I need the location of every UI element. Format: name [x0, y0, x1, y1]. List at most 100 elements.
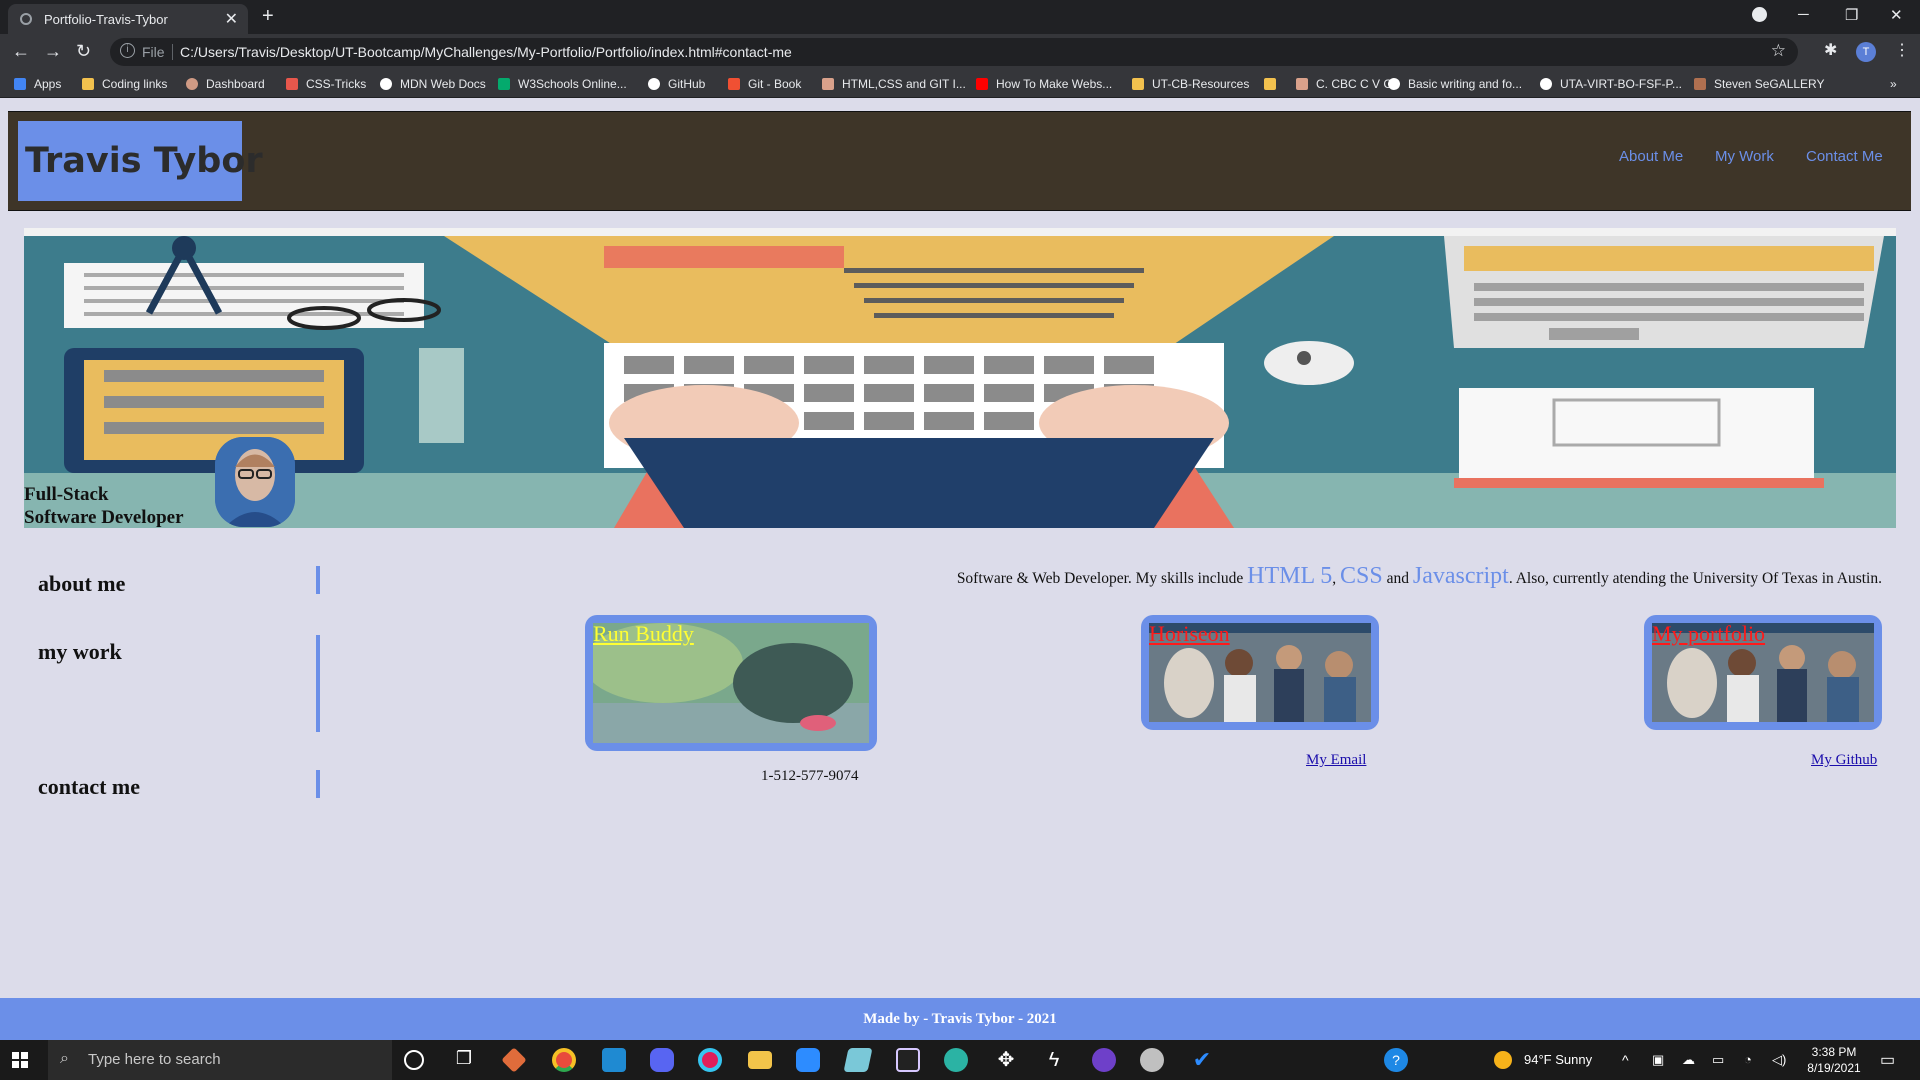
- windows-start-icon[interactable]: [12, 1052, 28, 1068]
- dropbox-icon[interactable]: ✥: [994, 1048, 1018, 1072]
- project-title-horiseon[interactable]: Horiseon: [1149, 621, 1230, 647]
- bookmark-item[interactable]: UTA-VIRT-BO-FSF-P...: [1540, 77, 1682, 91]
- bookmark-label: C. CBC C V C: [1316, 77, 1393, 91]
- nav-my-work[interactable]: My Work: [1715, 148, 1774, 165]
- bookmark-item[interactable]: W3Schools Online...: [498, 77, 627, 91]
- bookmark-item[interactable]: Apps: [14, 77, 61, 91]
- discord-icon[interactable]: [650, 1048, 674, 1072]
- browser-toolbar: ← → ↻ i File C:/Users/Travis/Desktop/UT-…: [0, 34, 1920, 70]
- info-icon[interactable]: i: [120, 43, 135, 58]
- edge-icon[interactable]: [944, 1048, 968, 1072]
- bookmark-item[interactable]: UT-CB-Resources: [1132, 77, 1249, 91]
- w3schools-icon: [498, 78, 510, 90]
- bookmark-item[interactable]: HTML,CSS and GIT I...: [822, 77, 966, 91]
- cortana-icon[interactable]: [404, 1050, 424, 1070]
- project-card-run-buddy[interactable]: Run Buddy: [585, 615, 877, 751]
- back-icon[interactable]: ←: [12, 41, 30, 62]
- bookmark-item[interactable]: Dashboard: [186, 77, 265, 91]
- sun-icon[interactable]: [1494, 1051, 1512, 1069]
- onedrive-icon[interactable]: ☁: [1682, 1052, 1695, 1068]
- notifications-icon[interactable]: ▭: [1880, 1050, 1895, 1070]
- restore-icon[interactable]: ❐: [1845, 6, 1858, 24]
- profile-avatar[interactable]: T: [1856, 42, 1876, 62]
- git-icon: [728, 78, 740, 90]
- bookmark-item[interactable]: How To Make Webs...: [976, 77, 1112, 91]
- browser-tab[interactable]: Portfolio-Travis-Tybor ✕: [8, 4, 248, 34]
- page-icon: [822, 78, 834, 90]
- about-outro: . Also, currently atending the Universit…: [1508, 570, 1882, 587]
- clock-date: 8/19/2021: [1807, 1061, 1861, 1075]
- bookmark-item[interactable]: [1264, 77, 1284, 91]
- chrome-icon[interactable]: [552, 1048, 576, 1072]
- about-me-heading: about me: [38, 571, 126, 596]
- tray-chevron-icon[interactable]: ^: [1622, 1052, 1629, 1068]
- profile-photo: [215, 437, 295, 527]
- project-card-horiseon[interactable]: Horiseon: [1141, 615, 1379, 730]
- headshot-illustration: [215, 437, 295, 527]
- hero-line-1: Full-Stack: [24, 484, 109, 505]
- bookmark-label: CSS-Tricks: [306, 77, 367, 91]
- bookmark-item[interactable]: Steven SeGALLERY: [1694, 77, 1825, 91]
- about-divider: [316, 566, 320, 594]
- project-title-run-buddy[interactable]: Run Buddy: [593, 621, 694, 647]
- more-bookmarks-icon[interactable]: »: [1890, 77, 1897, 91]
- desk-illustration: [24, 228, 1896, 528]
- notes-icon[interactable]: [843, 1048, 873, 1072]
- work-divider: [316, 635, 320, 732]
- slack-icon[interactable]: [698, 1048, 722, 1072]
- contact-divider: [316, 770, 320, 798]
- forward-icon[interactable]: →: [44, 41, 62, 62]
- clock[interactable]: 3:38 PM 8/19/2021: [1804, 1044, 1864, 1076]
- bookmark-star-icon[interactable]: ☆: [1771, 41, 1786, 61]
- volume-icon[interactable]: ◁): [1772, 1052, 1786, 1068]
- bookmark-item[interactable]: GitHub: [648, 77, 705, 91]
- todo-check-icon[interactable]: ✔: [1190, 1048, 1214, 1072]
- nav-contact-me[interactable]: Contact Me: [1806, 148, 1883, 165]
- vscode-icon[interactable]: [602, 1048, 626, 1072]
- misc-app-icon[interactable]: [1140, 1048, 1164, 1072]
- bookmark-item[interactable]: C. CBC C V C: [1296, 77, 1392, 91]
- minimize-icon[interactable]: ─: [1798, 6, 1809, 23]
- taskbar-search[interactable]: ⌕ Type here to search: [48, 1040, 392, 1080]
- contact-email-link[interactable]: My Email: [1306, 752, 1366, 769]
- folder-icon: [82, 78, 94, 90]
- weather-text[interactable]: 94°F Sunny: [1524, 1052, 1592, 1067]
- help-icon[interactable]: ?: [1384, 1048, 1408, 1072]
- reload-icon[interactable]: ↻: [76, 41, 91, 62]
- site-footer: Made by - Travis Tybor - 2021: [0, 998, 1920, 1040]
- window-close-icon[interactable]: ✕: [1890, 6, 1903, 24]
- wifi-icon[interactable]: ◔: [1744, 1052, 1752, 1067]
- bookmark-item[interactable]: MDN Web Docs: [380, 77, 486, 91]
- skill-css: CSS: [1340, 563, 1383, 589]
- bookmark-item[interactable]: CSS-Tricks: [286, 77, 366, 91]
- menu-kebab-icon[interactable]: ⋮: [1894, 40, 1910, 60]
- contact-github-link[interactable]: My Github: [1811, 752, 1877, 769]
- bookmark-item[interactable]: Coding links: [82, 77, 167, 91]
- battery-icon[interactable]: ▭: [1712, 1052, 1724, 1068]
- bookmark-item[interactable]: Git - Book: [728, 77, 801, 91]
- about-and: and: [1382, 570, 1413, 587]
- divider: [172, 44, 173, 60]
- git-kraken-icon[interactable]: [501, 1047, 527, 1073]
- address-bar[interactable]: i File C:/Users/Travis/Desktop/UT-Bootca…: [110, 38, 1798, 66]
- bookmark-item[interactable]: Basic writing and fo...: [1388, 77, 1522, 91]
- close-tab-icon[interactable]: ✕: [225, 9, 238, 29]
- lightning-app-icon[interactable]: ϟ: [1042, 1048, 1066, 1072]
- new-tab-icon[interactable]: +: [262, 5, 274, 28]
- github-desktop-icon[interactable]: [1092, 1048, 1116, 1072]
- bookmark-label: UT-CB-Resources: [1152, 77, 1250, 91]
- tab-search-icon[interactable]: [1752, 7, 1767, 22]
- zoom-icon[interactable]: [796, 1048, 820, 1072]
- nav-about-me[interactable]: About Me: [1619, 148, 1683, 165]
- bookmark-label: GitHub: [668, 77, 706, 91]
- url-text[interactable]: C:/Users/Travis/Desktop/UT-Bootcamp/MyCh…: [180, 44, 792, 60]
- task-view-icon[interactable]: ❐: [452, 1048, 476, 1072]
- terminal-app-icon[interactable]: [896, 1048, 920, 1072]
- project-card-my-portfolio[interactable]: My portfolio: [1644, 615, 1882, 730]
- project-title-my-portfolio[interactable]: My portfolio: [1652, 621, 1765, 647]
- clock-time: 3:38 PM: [1811, 1045, 1857, 1059]
- contact-phone: 1-512-577-9074: [761, 768, 859, 784]
- meet-now-icon[interactable]: ▣: [1652, 1052, 1664, 1068]
- file-explorer-icon[interactable]: [748, 1051, 772, 1069]
- extensions-icon[interactable]: ✱: [1824, 40, 1837, 60]
